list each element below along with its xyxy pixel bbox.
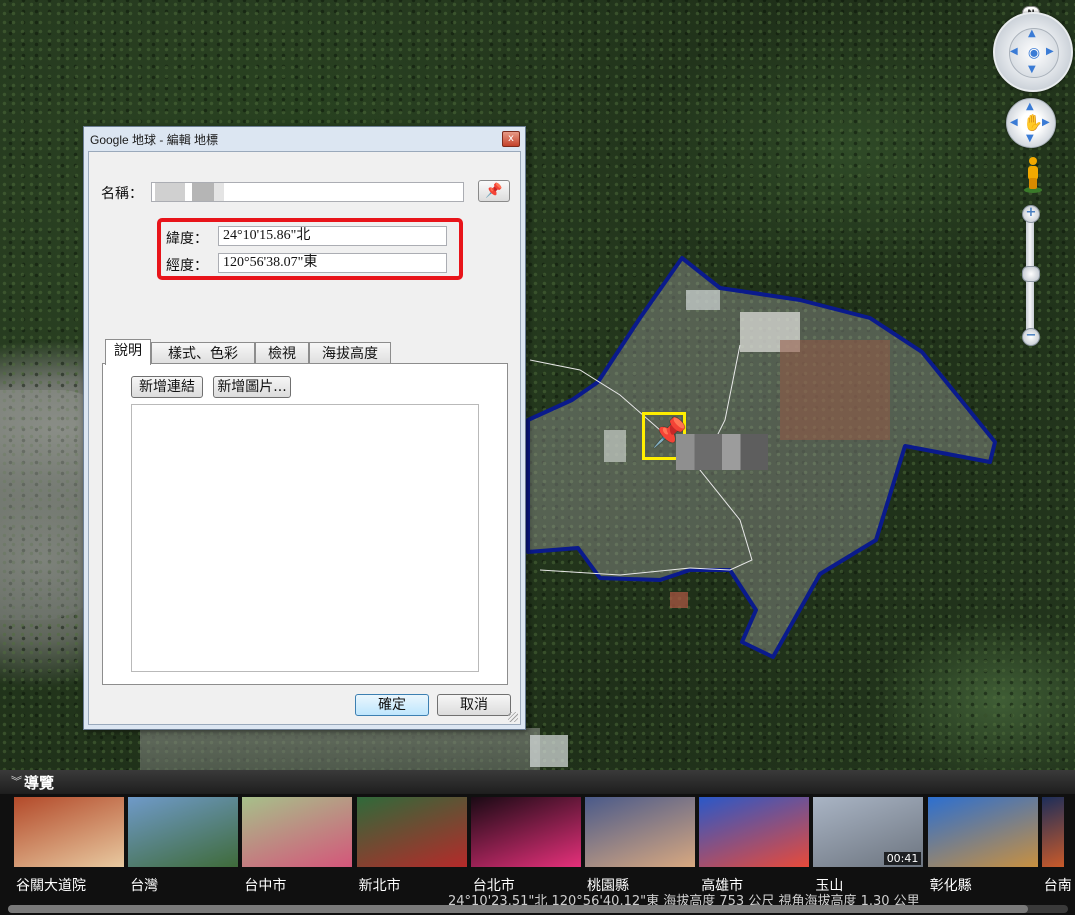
tour-thumbnail[interactable]	[927, 797, 1038, 867]
placemark-icon-button[interactable]: 📌	[478, 180, 510, 202]
longitude-label: 經度：	[166, 258, 208, 274]
tour-thumbnail[interactable]	[1041, 797, 1064, 867]
latitude-label: 緯度：	[166, 231, 208, 247]
name-redacted	[192, 183, 214, 201]
tour-thumbnail[interactable]	[128, 797, 239, 867]
latitude-field[interactable]: 24°10'15.86"北	[218, 226, 447, 246]
tab-view[interactable]: 檢視	[255, 342, 309, 364]
move-down-arrow-icon[interactable]: ▼	[1026, 134, 1034, 144]
move-up-arrow-icon[interactable]: ▲	[1026, 102, 1034, 112]
dialog-title: Google 地球 - 編輯 地標	[90, 133, 219, 147]
tab-style-color[interactable]: 樣式、色彩	[151, 342, 255, 364]
look-around-eye-icon: ◉	[1027, 45, 1041, 61]
tour-thumbnail[interactable]	[356, 797, 467, 867]
tour-item-label[interactable]: 台中市	[244, 875, 286, 895]
rotate-right-arrow-icon[interactable]: ▶	[1046, 47, 1054, 57]
rotate-left-arrow-icon[interactable]: ◀	[1010, 47, 1018, 57]
temple-building	[780, 340, 890, 440]
description-textarea[interactable]	[131, 404, 479, 672]
hand-pan-icon: ✋	[1023, 113, 1043, 132]
placemark-label-redacted	[676, 434, 768, 470]
tour-thumbnail[interactable]	[699, 797, 810, 867]
tab-altitude[interactable]: 海拔高度	[309, 342, 391, 364]
video-duration: 00:41	[883, 852, 922, 865]
tour-item-label[interactable]: 彰化縣	[930, 875, 972, 895]
tour-title: 導覽	[24, 774, 55, 792]
tab-description[interactable]: 說明	[105, 339, 151, 365]
dialog-body: 名稱： 📌 緯度： 24°10'15.86"北 經度： 120°56'38.07…	[88, 151, 521, 725]
zoom-in-button[interactable]: +	[1022, 205, 1040, 223]
tour-thumbnail[interactable]	[242, 797, 353, 867]
name-field[interactable]	[151, 182, 464, 202]
building-roof	[604, 430, 626, 462]
tour-thumbnail[interactable]	[14, 797, 124, 867]
building-roof	[686, 290, 720, 310]
description-tab-panel: 新增連結 新增圖片...	[102, 363, 508, 685]
add-image-button[interactable]: 新增圖片...	[213, 376, 291, 398]
ok-button[interactable]: 確定	[355, 694, 429, 716]
move-control[interactable]: ✋ ▲ ▼ ◀ ▶	[1006, 98, 1056, 148]
compass-ring[interactable]: ◉ ▲ ▼ ◀ ▶	[993, 12, 1073, 92]
move-left-arrow-icon[interactable]: ◀	[1010, 118, 1018, 128]
cancel-button[interactable]: 取消	[437, 694, 511, 716]
scrollbar-thumb[interactable]	[8, 905, 1028, 913]
tour-thumbnail[interactable]: 00:41	[813, 797, 924, 867]
name-label: 名稱：	[101, 186, 143, 202]
pegman-street-view-icon[interactable]	[1022, 156, 1044, 194]
tour-item-label[interactable]: 新北市	[359, 875, 401, 895]
tour-header[interactable]: ︾ 導覽	[0, 770, 1075, 794]
move-right-arrow-icon[interactable]: ▶	[1042, 118, 1050, 128]
building-roof	[530, 735, 568, 767]
name-redacted	[214, 183, 224, 201]
zoom-slider-handle[interactable]	[1022, 266, 1040, 282]
close-button[interactable]: x	[502, 131, 520, 147]
tour-item-label[interactable]: 台灣	[130, 875, 158, 895]
chevron-down-icon[interactable]: ︾	[11, 773, 22, 789]
tour-scrollbar[interactable]	[8, 905, 1068, 913]
tilt-down-arrow-icon[interactable]: ▼	[1028, 65, 1036, 75]
tour-thumbnail[interactable]	[470, 797, 581, 867]
tour-thumbnail[interactable]	[585, 797, 695, 867]
building-roof	[670, 592, 688, 608]
longitude-field[interactable]: 120°56'38.07"東	[218, 253, 447, 273]
name-redacted	[155, 183, 185, 201]
add-link-button[interactable]: 新增連結	[131, 376, 203, 398]
tour-item-label[interactable]: 谷關大道院	[16, 875, 86, 895]
zoom-out-button[interactable]: −	[1022, 328, 1040, 346]
tilt-up-arrow-icon[interactable]: ▲	[1028, 29, 1036, 39]
resize-grip[interactable]	[508, 712, 518, 722]
edit-placemark-dialog: Google 地球 - 編輯 地標 x 名稱： 📌 緯度： 24°10'15.8…	[83, 126, 526, 730]
tour-item-label[interactable]: 台南	[1044, 875, 1072, 895]
